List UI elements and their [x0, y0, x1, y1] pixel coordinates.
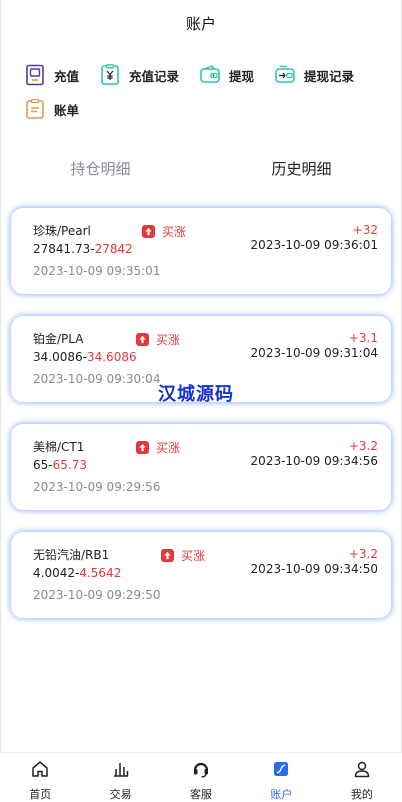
withdraw-record-label: 提现记录 — [304, 68, 355, 84]
order-open-time: 2023-10-09 09:29:50 — [33, 588, 161, 602]
order-open-price: 4.0042 — [33, 566, 75, 580]
bill-icon — [24, 98, 46, 120]
wallet-withdraw-icon — [199, 64, 221, 86]
withdraw-button[interactable]: 提现 — [199, 64, 254, 86]
order-prices: 34.0086-34.6086 — [33, 350, 137, 364]
order-close-time: 2023-10-09 09:34:56 — [250, 454, 378, 468]
tabbar-label: 交易 — [109, 788, 132, 801]
order-prices: 65-65.73 — [33, 458, 87, 472]
arrow-up-icon — [136, 333, 149, 346]
order-card[interactable]: 无铅汽油/RB1 买涨 4.0042-4.5642 2023-10-09 09:… — [11, 532, 391, 618]
order-prices: 4.0042-4.5642 — [33, 566, 122, 580]
order-direction-badge: 买涨 — [136, 331, 180, 348]
order-card[interactable]: 美棉/CT1 买涨 65-65.73 2023-10-09 09:29:56 +… — [11, 424, 391, 510]
deposit-button[interactable]: 充值 — [24, 64, 79, 86]
order-close-price: 34.6086 — [86, 350, 137, 364]
tabbar-item-trade[interactable]: 交易 — [80, 753, 160, 802]
headset-icon — [191, 759, 211, 783]
arrow-up-icon — [161, 549, 174, 562]
arrow-up-icon — [136, 441, 149, 454]
deposit-label: 充值 — [54, 68, 80, 84]
order-direction-badge: 买涨 — [161, 547, 205, 564]
detail-tabs: 持仓明细 历史明细 — [0, 152, 402, 184]
order-product-name: 珍珠/Pearl — [33, 224, 91, 238]
order-direction-badge: 买涨 — [136, 439, 180, 456]
order-card[interactable]: 珍珠/Pearl 买涨 27841.73-27842 2023-10-09 09… — [11, 208, 391, 294]
order-direction-badge: 买涨 — [142, 223, 186, 240]
order-profit: +32 — [352, 223, 378, 237]
tab-positions[interactable]: 持仓明细 — [0, 152, 201, 184]
bottom-tabbar: 首页 交易 客服 账户 我的 — [0, 752, 402, 802]
home-icon — [30, 759, 50, 783]
order-close-price: 27842 — [94, 242, 133, 256]
bill-button[interactable]: 账单 — [24, 98, 79, 120]
account-icon — [271, 759, 291, 783]
order-direction: 买涨 — [181, 549, 206, 563]
order-open-price: 65 — [33, 458, 49, 472]
order-open-time: 2023-10-09 09:30:04 — [33, 372, 161, 386]
tabbar-label: 首页 — [29, 788, 52, 801]
deposit-record-button[interactable]: 充值记录 — [99, 64, 179, 86]
page-title: 账户 — [185, 14, 216, 33]
order-direction: 买涨 — [162, 225, 187, 239]
header: 账户 — [0, 0, 402, 46]
order-open-time: 2023-10-09 09:29:56 — [33, 480, 161, 494]
order-open-price: 34.0086 — [33, 350, 83, 364]
tabbar-item-mine[interactable]: 我的 — [322, 753, 402, 802]
bill-label: 账单 — [54, 102, 80, 118]
order-product-name: 美棉/CT1 — [33, 440, 85, 454]
order-profit: +3.2 — [348, 439, 378, 453]
tab-history[interactable]: 历史明细 — [201, 152, 402, 184]
order-prices: 27841.73-27842 — [33, 242, 133, 256]
order-open-time: 2023-10-09 09:35:01 — [33, 264, 161, 278]
user-icon — [352, 759, 372, 783]
deposit-record-icon — [99, 64, 121, 86]
order-open-price: 27841.73 — [33, 242, 91, 256]
tabbar-item-service[interactable]: 客服 — [161, 753, 241, 802]
order-product-name: 无铅汽油/RB1 — [33, 548, 110, 562]
tabbar-label: 账户 — [270, 788, 293, 801]
tabbar-label: 我的 — [350, 788, 373, 801]
arrow-up-icon — [142, 225, 155, 238]
order-direction: 买涨 — [156, 333, 181, 347]
order-close-time: 2023-10-09 09:34:50 — [250, 562, 378, 576]
order-close-time: 2023-10-09 09:36:01 — [250, 238, 378, 252]
watermark: 汉城源码 — [158, 384, 234, 405]
quick-actions: 充值 充值记录 提现 提现记录 账单 — [24, 64, 394, 120]
deposit-record-label: 充值记录 — [129, 68, 180, 84]
order-close-price: 65.73 — [52, 458, 87, 472]
withdraw-label: 提现 — [229, 68, 255, 84]
order-product-name: 铂金/PLA — [33, 332, 84, 346]
deposit-icon — [24, 64, 46, 86]
order-profit: +3.2 — [348, 547, 378, 561]
order-close-price: 4.5642 — [79, 566, 122, 580]
withdraw-record-button[interactable]: 提现记录 — [274, 64, 354, 86]
chart-icon — [111, 759, 131, 783]
withdraw-record-icon — [274, 64, 296, 86]
order-direction: 买涨 — [156, 441, 181, 455]
tabbar-item-home[interactable]: 首页 — [0, 753, 80, 802]
tabbar-label: 客服 — [190, 788, 213, 801]
tabbar-item-account[interactable]: 账户 — [241, 753, 321, 802]
order-close-time: 2023-10-09 09:31:04 — [250, 346, 378, 360]
order-profit: +3.1 — [348, 331, 378, 345]
